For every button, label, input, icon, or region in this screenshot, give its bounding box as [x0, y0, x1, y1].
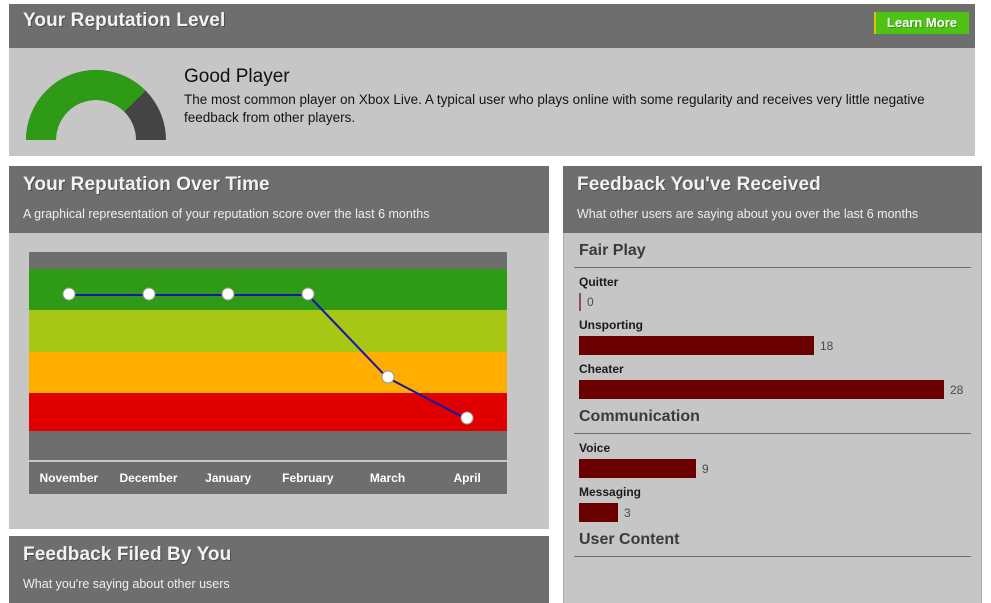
- reputation-description: Good Player The most common player on Xb…: [169, 58, 944, 126]
- chart-band: [29, 268, 507, 311]
- feedback-filed-subtitle: What you're saying about other users: [23, 577, 230, 591]
- chart-band: [29, 310, 507, 352]
- feedback-bar-row: 28: [579, 380, 971, 399]
- chart-x-tick-label: February: [282, 471, 334, 485]
- feedback-bar-row: 18: [579, 336, 971, 355]
- chart-data-point[interactable]: [301, 287, 315, 301]
- feedback-received-panel: Feedback You've Received What other user…: [563, 166, 982, 603]
- feedback-bar-value: 28: [950, 382, 964, 397]
- reputation-dashboard: Your Reputation Level Learn More Good Pl…: [0, 0, 991, 603]
- chart-x-tick-label: December: [119, 471, 178, 485]
- reputation-level-panel: Your Reputation Level Learn More Good Pl…: [9, 4, 975, 156]
- feedback-item-label: Messaging: [579, 485, 642, 499]
- chart-line-segment: [68, 293, 149, 296]
- chart-plot-area: [29, 252, 507, 460]
- feedback-received-title: Feedback You've Received: [577, 174, 821, 195]
- feedback-item-label: Unsporting: [579, 318, 643, 332]
- chart-band: [29, 393, 507, 431]
- feedback-item-label: Quitter: [579, 275, 619, 289]
- chart-band: [29, 430, 507, 460]
- feedback-item: Unsporting 18: [574, 311, 971, 355]
- feedback-bar: [579, 336, 814, 355]
- feedback-bar: [579, 503, 618, 522]
- chart-band: [29, 351, 507, 394]
- feedback-received-subtitle: What other users are saying about you ov…: [577, 207, 919, 221]
- feedback-filed-panel: Feedback Filed By You What you're saying…: [9, 536, 549, 603]
- chart-line-segment: [148, 293, 229, 296]
- feedback-item: Quitter 0: [574, 268, 971, 311]
- feedback-item: Voice 9: [574, 434, 971, 478]
- page-title: Your Reputation Level: [23, 10, 226, 31]
- feedback-bar: [579, 293, 581, 311]
- reputation-over-time-subtitle: A graphical representation of your reput…: [23, 207, 430, 221]
- feedback-received-header: Feedback You've Received What other user…: [563, 166, 982, 233]
- chart-x-tick-label: April: [453, 471, 481, 485]
- feedback-item: Messaging 3: [574, 478, 971, 522]
- chart-band: [29, 252, 507, 269]
- learn-more-button[interactable]: Learn More: [873, 12, 969, 34]
- reputation-over-time-header: Your Reputation Over Time A graphical re…: [9, 166, 549, 233]
- reputation-line-chart: November December January February March Apri…: [29, 252, 507, 494]
- chart-x-tick-label: November: [39, 471, 99, 485]
- feedback-group-header: Communication: [574, 399, 971, 434]
- feedback-bar-value: 3: [624, 505, 631, 520]
- chart-x-tick-label: January: [205, 471, 252, 485]
- reputation-over-time-panel: Your Reputation Over Time A graphical re…: [9, 166, 549, 529]
- rank-title: Good Player: [184, 66, 290, 87]
- chart-x-tick-label: March: [369, 471, 406, 485]
- feedback-filed-title: Feedback Filed By You: [23, 544, 232, 565]
- feedback-item-label: Voice: [579, 441, 611, 455]
- chart-x-axis: November December January February March Apri…: [29, 460, 507, 494]
- reputation-level-body: Good Player The most common player on Xb…: [9, 48, 975, 156]
- feedback-group-header: User Content: [574, 522, 971, 557]
- chart-data-point[interactable]: [142, 287, 155, 301]
- feedback-bar-value: 9: [702, 461, 709, 476]
- feedback-group-header: Fair Play: [574, 233, 971, 268]
- feedback-received-body: Fair Play Quitter 0 Unsporting 18 Cheater 28 Co…: [563, 233, 982, 603]
- chart-data-point[interactable]: [221, 287, 235, 301]
- feedback-bar-value: 0: [587, 295, 594, 309]
- feedback-bar-row: 9: [579, 459, 971, 478]
- rank-description: The most common player on Xbox Live. A t…: [184, 92, 925, 125]
- chart-data-point[interactable]: [460, 411, 474, 425]
- reputation-level-header: Your Reputation Level Learn More: [9, 4, 975, 48]
- chart-data-point[interactable]: [62, 287, 76, 301]
- feedback-bar-value: 18: [820, 338, 834, 353]
- chart-line-segment: [228, 293, 308, 296]
- feedback-item-label: Cheater: [579, 362, 624, 376]
- feedback-bar-row: 3: [579, 503, 971, 522]
- reputation-over-time-title: Your Reputation Over Time: [23, 174, 270, 195]
- chart-data-point[interactable]: [381, 370, 394, 384]
- feedback-item: Cheater 28: [574, 355, 971, 399]
- feedback-bar: [579, 380, 944, 399]
- feedback-bar: [579, 459, 696, 478]
- reputation-over-time-body: November December January February March Apri…: [9, 233, 549, 529]
- feedback-bar-row: 0: [579, 293, 971, 311]
- gauge-icon: [26, 70, 166, 141]
- reputation-gauge: [23, 58, 169, 151]
- feedback-filed-header: Feedback Filed By You What you're saying…: [9, 536, 549, 603]
